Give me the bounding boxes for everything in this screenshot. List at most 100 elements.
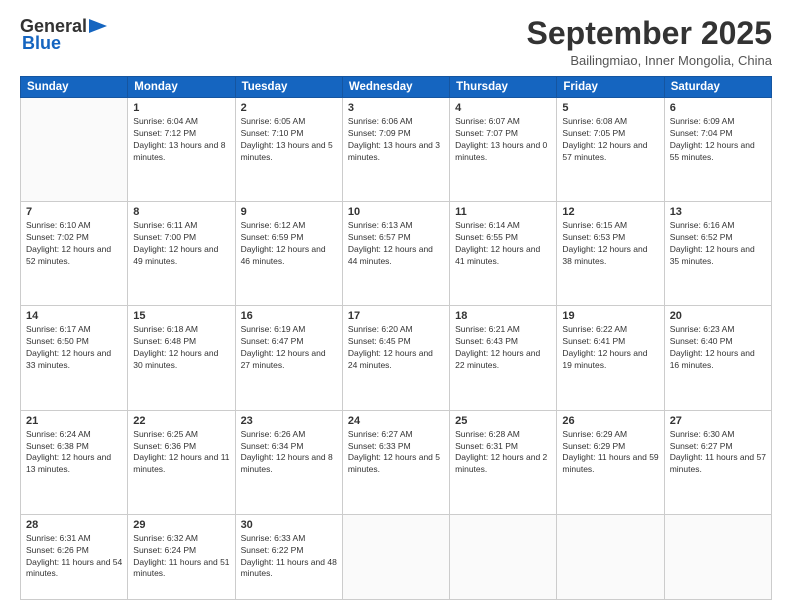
day-info: Sunrise: 6:07 AMSunset: 7:07 PMDaylight:…	[455, 116, 551, 164]
table-row	[21, 98, 128, 202]
col-thursday: Thursday	[450, 77, 557, 98]
header: General Blue September 2025 Bailingmiao,…	[20, 16, 772, 68]
table-row: 18 Sunrise: 6:21 AMSunset: 6:43 PMDaylig…	[450, 306, 557, 410]
day-info: Sunrise: 6:10 AMSunset: 7:02 PMDaylight:…	[26, 220, 122, 268]
day-number: 16	[241, 310, 337, 322]
day-info: Sunrise: 6:23 AMSunset: 6:40 PMDaylight:…	[670, 324, 766, 372]
table-row: 26 Sunrise: 6:29 AMSunset: 6:29 PMDaylig…	[557, 410, 664, 514]
table-row: 11 Sunrise: 6:14 AMSunset: 6:55 PMDaylig…	[450, 202, 557, 306]
table-row: 7 Sunrise: 6:10 AMSunset: 7:02 PMDayligh…	[21, 202, 128, 306]
table-row: 10 Sunrise: 6:13 AMSunset: 6:57 PMDaylig…	[342, 202, 449, 306]
table-row: 2 Sunrise: 6:05 AMSunset: 7:10 PMDayligh…	[235, 98, 342, 202]
day-info: Sunrise: 6:15 AMSunset: 6:53 PMDaylight:…	[562, 220, 658, 268]
day-info: Sunrise: 6:29 AMSunset: 6:29 PMDaylight:…	[562, 429, 658, 477]
day-info: Sunrise: 6:32 AMSunset: 6:24 PMDaylight:…	[133, 533, 229, 581]
day-info: Sunrise: 6:16 AMSunset: 6:52 PMDaylight:…	[670, 220, 766, 268]
day-number: 7	[26, 206, 122, 218]
day-info: Sunrise: 6:05 AMSunset: 7:10 PMDaylight:…	[241, 116, 337, 164]
page: General Blue September 2025 Bailingmiao,…	[0, 0, 792, 612]
day-number: 2	[241, 102, 337, 114]
day-info: Sunrise: 6:21 AMSunset: 6:43 PMDaylight:…	[455, 324, 551, 372]
col-friday: Friday	[557, 77, 664, 98]
table-row: 6 Sunrise: 6:09 AMSunset: 7:04 PMDayligh…	[664, 98, 771, 202]
day-info: Sunrise: 6:06 AMSunset: 7:09 PMDaylight:…	[348, 116, 444, 164]
location: Bailingmiao, Inner Mongolia, China	[527, 53, 772, 68]
day-number: 10	[348, 206, 444, 218]
day-number: 23	[241, 415, 337, 427]
day-info: Sunrise: 6:22 AMSunset: 6:41 PMDaylight:…	[562, 324, 658, 372]
day-number: 14	[26, 310, 122, 322]
day-number: 11	[455, 206, 551, 218]
day-info: Sunrise: 6:18 AMSunset: 6:48 PMDaylight:…	[133, 324, 229, 372]
table-row	[664, 514, 771, 599]
day-number: 4	[455, 102, 551, 114]
day-info: Sunrise: 6:27 AMSunset: 6:33 PMDaylight:…	[348, 429, 444, 477]
table-row	[342, 514, 449, 599]
day-info: Sunrise: 6:09 AMSunset: 7:04 PMDaylight:…	[670, 116, 766, 164]
day-info: Sunrise: 6:30 AMSunset: 6:27 PMDaylight:…	[670, 429, 766, 477]
table-row: 12 Sunrise: 6:15 AMSunset: 6:53 PMDaylig…	[557, 202, 664, 306]
table-row: 5 Sunrise: 6:08 AMSunset: 7:05 PMDayligh…	[557, 98, 664, 202]
day-number: 29	[133, 519, 229, 531]
day-info: Sunrise: 6:31 AMSunset: 6:26 PMDaylight:…	[26, 533, 122, 581]
day-info: Sunrise: 6:25 AMSunset: 6:36 PMDaylight:…	[133, 429, 229, 477]
day-number: 18	[455, 310, 551, 322]
month-title: September 2025	[527, 16, 772, 51]
day-number: 5	[562, 102, 658, 114]
col-saturday: Saturday	[664, 77, 771, 98]
table-row: 17 Sunrise: 6:20 AMSunset: 6:45 PMDaylig…	[342, 306, 449, 410]
day-info: Sunrise: 6:04 AMSunset: 7:12 PMDaylight:…	[133, 116, 229, 164]
table-row	[450, 514, 557, 599]
logo-flag-icon	[89, 19, 107, 33]
day-info: Sunrise: 6:17 AMSunset: 6:50 PMDaylight:…	[26, 324, 122, 372]
day-number: 25	[455, 415, 551, 427]
logo: General Blue	[20, 16, 107, 54]
day-number: 8	[133, 206, 229, 218]
table-row: 3 Sunrise: 6:06 AMSunset: 7:09 PMDayligh…	[342, 98, 449, 202]
day-number: 6	[670, 102, 766, 114]
day-info: Sunrise: 6:14 AMSunset: 6:55 PMDaylight:…	[455, 220, 551, 268]
table-row: 15 Sunrise: 6:18 AMSunset: 6:48 PMDaylig…	[128, 306, 235, 410]
day-number: 24	[348, 415, 444, 427]
col-tuesday: Tuesday	[235, 77, 342, 98]
table-row: 13 Sunrise: 6:16 AMSunset: 6:52 PMDaylig…	[664, 202, 771, 306]
table-row: 8 Sunrise: 6:11 AMSunset: 7:00 PMDayligh…	[128, 202, 235, 306]
col-monday: Monday	[128, 77, 235, 98]
day-number: 20	[670, 310, 766, 322]
table-row: 19 Sunrise: 6:22 AMSunset: 6:41 PMDaylig…	[557, 306, 664, 410]
day-info: Sunrise: 6:12 AMSunset: 6:59 PMDaylight:…	[241, 220, 337, 268]
table-row: 30 Sunrise: 6:33 AMSunset: 6:22 PMDaylig…	[235, 514, 342, 599]
day-number: 13	[670, 206, 766, 218]
day-number: 9	[241, 206, 337, 218]
title-block: September 2025 Bailingmiao, Inner Mongol…	[527, 16, 772, 68]
day-number: 21	[26, 415, 122, 427]
day-info: Sunrise: 6:08 AMSunset: 7:05 PMDaylight:…	[562, 116, 658, 164]
table-row: 4 Sunrise: 6:07 AMSunset: 7:07 PMDayligh…	[450, 98, 557, 202]
day-number: 27	[670, 415, 766, 427]
table-row: 27 Sunrise: 6:30 AMSunset: 6:27 PMDaylig…	[664, 410, 771, 514]
col-wednesday: Wednesday	[342, 77, 449, 98]
day-number: 3	[348, 102, 444, 114]
day-info: Sunrise: 6:19 AMSunset: 6:47 PMDaylight:…	[241, 324, 337, 372]
table-row: 24 Sunrise: 6:27 AMSunset: 6:33 PMDaylig…	[342, 410, 449, 514]
table-row: 25 Sunrise: 6:28 AMSunset: 6:31 PMDaylig…	[450, 410, 557, 514]
day-info: Sunrise: 6:13 AMSunset: 6:57 PMDaylight:…	[348, 220, 444, 268]
table-row: 23 Sunrise: 6:26 AMSunset: 6:34 PMDaylig…	[235, 410, 342, 514]
day-number: 26	[562, 415, 658, 427]
calendar: Sunday Monday Tuesday Wednesday Thursday…	[20, 76, 772, 600]
table-row	[557, 514, 664, 599]
table-row: 29 Sunrise: 6:32 AMSunset: 6:24 PMDaylig…	[128, 514, 235, 599]
table-row: 21 Sunrise: 6:24 AMSunset: 6:38 PMDaylig…	[21, 410, 128, 514]
day-number: 19	[562, 310, 658, 322]
logo-blue: Blue	[20, 33, 61, 54]
day-number: 15	[133, 310, 229, 322]
calendar-header-row: Sunday Monday Tuesday Wednesday Thursday…	[21, 77, 772, 98]
col-sunday: Sunday	[21, 77, 128, 98]
day-number: 17	[348, 310, 444, 322]
table-row: 1 Sunrise: 6:04 AMSunset: 7:12 PMDayligh…	[128, 98, 235, 202]
table-row: 16 Sunrise: 6:19 AMSunset: 6:47 PMDaylig…	[235, 306, 342, 410]
day-number: 30	[241, 519, 337, 531]
day-number: 28	[26, 519, 122, 531]
day-info: Sunrise: 6:28 AMSunset: 6:31 PMDaylight:…	[455, 429, 551, 477]
table-row: 28 Sunrise: 6:31 AMSunset: 6:26 PMDaylig…	[21, 514, 128, 599]
